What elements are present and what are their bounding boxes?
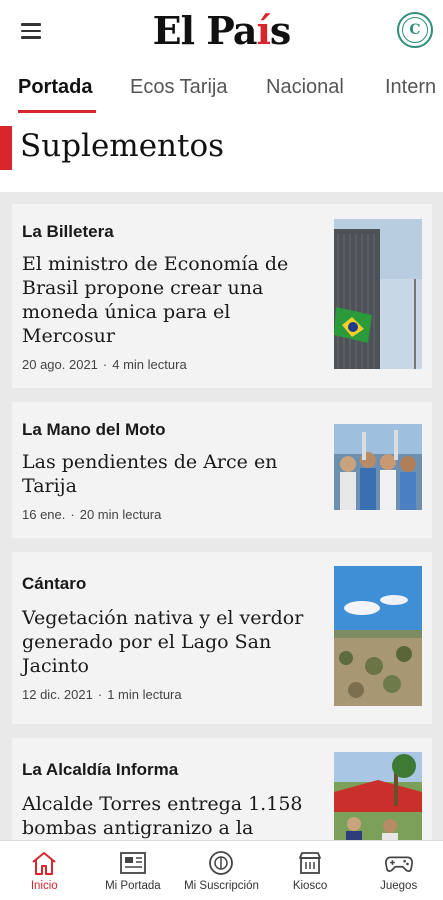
- article-headline[interactable]: El ministro de Economía de Brasil propon…: [22, 252, 322, 348]
- event-tent-image: [334, 752, 422, 840]
- article-meta: 20 ago. 2021 · 4 min lectura: [22, 357, 187, 372]
- newspaper-icon: [118, 849, 148, 877]
- article-meta: 16 ene. · 20 min lectura: [22, 507, 162, 522]
- building-flag-image: [334, 219, 422, 369]
- article-date: 12 dic. 2021: [22, 687, 93, 702]
- article-card[interactable]: La Alcaldía Informa Alcalde Torres entre…: [12, 738, 432, 840]
- home-icon: [29, 849, 59, 877]
- crowd-image: [334, 424, 422, 510]
- section-tabs: Portada Ecos Tarija Nacional Intern: [0, 62, 443, 114]
- article-read-time: 1 min lectura: [107, 687, 182, 702]
- nav-juegos[interactable]: Juegos: [354, 841, 443, 900]
- app-logo[interactable]: El País: [0, 8, 443, 53]
- article-feed[interactable]: La Billetera El ministro de Economía de …: [0, 192, 443, 840]
- article-kicker[interactable]: La Billetera: [22, 222, 114, 242]
- article-thumbnail[interactable]: [334, 424, 422, 510]
- article-kicker[interactable]: La Mano del Moto: [22, 420, 166, 440]
- article-headline[interactable]: Vegetación nativa y el verdor generado p…: [22, 606, 322, 678]
- tab-ecos-tarija[interactable]: Ecos Tarija: [130, 76, 227, 99]
- profile-avatar[interactable]: C: [397, 12, 433, 48]
- article-kicker[interactable]: Cántaro: [22, 574, 86, 594]
- tab-portada[interactable]: Portada: [18, 76, 92, 99]
- article-date: 20 ago. 2021: [22, 357, 98, 372]
- nav-mi-portada[interactable]: Mi Portada: [89, 841, 178, 900]
- article-kicker[interactable]: La Alcaldía Informa: [22, 760, 178, 780]
- active-tab-indicator: [18, 110, 96, 113]
- article-thumbnail[interactable]: [334, 752, 422, 840]
- article-headline[interactable]: Alcalde Torres entrega 1.158 bombas anti…: [22, 792, 322, 840]
- subscription-icon: [206, 849, 236, 877]
- tab-internacional[interactable]: Intern: [385, 76, 436, 99]
- nav-inicio[interactable]: Inicio: [0, 841, 89, 900]
- article-card[interactable]: La Billetera El ministro de Economía de …: [12, 204, 432, 388]
- article-read-time: 4 min lectura: [112, 357, 187, 372]
- section-title: Suplementos: [20, 128, 225, 164]
- section-accent-bar: [0, 126, 12, 170]
- article-card[interactable]: La Mano del Moto Las pendientes de Arce …: [12, 402, 432, 538]
- article-thumbnail[interactable]: [334, 219, 422, 369]
- landscape-image: [334, 566, 422, 706]
- tab-nacional[interactable]: Nacional: [266, 76, 344, 99]
- article-thumbnail[interactable]: [334, 566, 422, 706]
- article-headline[interactable]: Las pendientes de Arce en Tarija: [22, 450, 322, 498]
- app-header: El País C: [0, 0, 443, 62]
- gamepad-icon: [384, 849, 414, 877]
- nav-kiosco[interactable]: Kiosco: [266, 841, 355, 900]
- article-read-time: 20 min lectura: [79, 507, 162, 522]
- nav-mi-suscripcion[interactable]: Mi Suscripción: [177, 841, 266, 900]
- kiosk-icon: [295, 849, 325, 877]
- article-date: 16 ene.: [22, 507, 66, 522]
- bottom-navigation: Inicio Mi Portada Mi Suscripción Kiosco …: [0, 840, 443, 900]
- article-meta: 12 dic. 2021 · 1 min lectura: [22, 687, 182, 702]
- article-card[interactable]: Cántaro Vegetación nativa y el verdor ge…: [12, 552, 432, 724]
- avatar-icon: C: [402, 17, 428, 43]
